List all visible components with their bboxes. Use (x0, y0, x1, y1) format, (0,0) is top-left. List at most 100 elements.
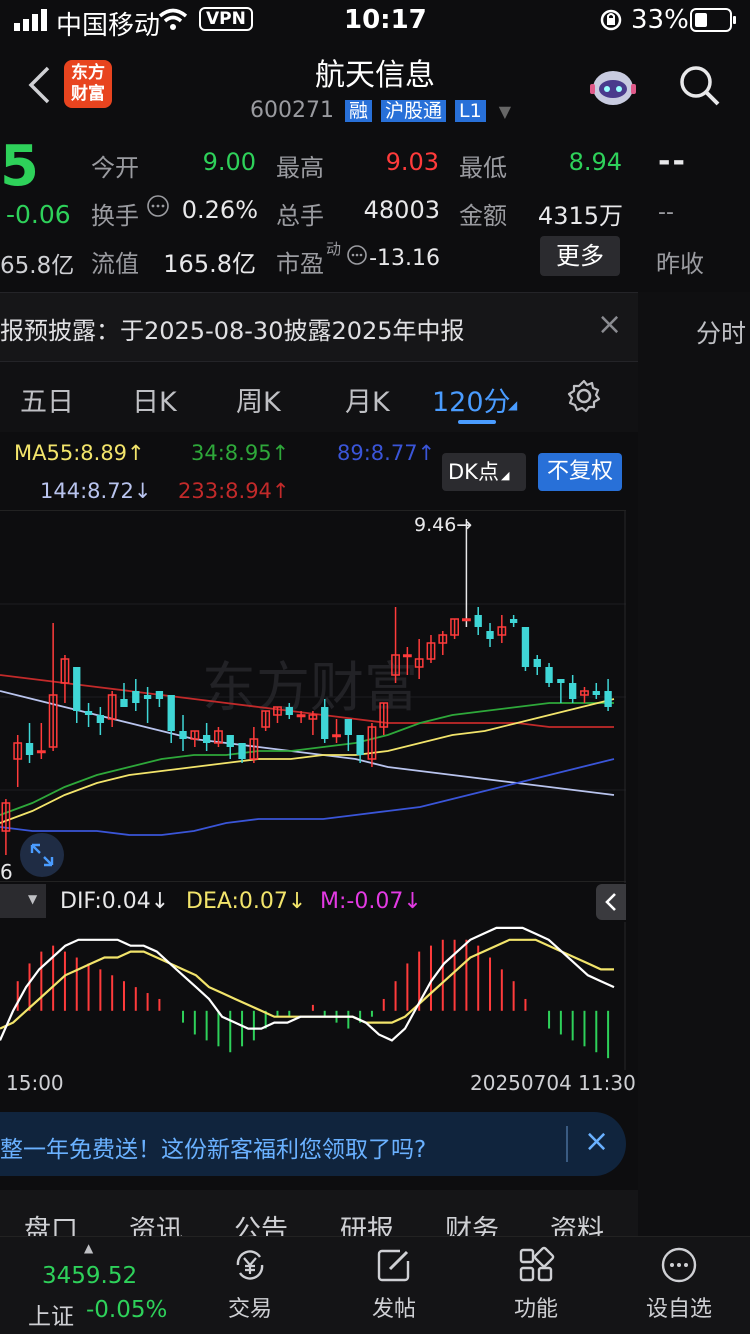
battery-icon (690, 8, 736, 32)
candle-body (344, 719, 352, 735)
stock-code: 600271 (250, 98, 334, 123)
value-open: 9.00 (202, 148, 256, 176)
detail-sub-tabs: 盘口 资讯 公告 研报 财务 资料 (0, 1190, 638, 1246)
ma34-legend: 34:8.95↑ (191, 441, 290, 465)
candle-body (84, 711, 93, 715)
price-change: -0.06 (6, 200, 71, 229)
index-value: 3459.52 (42, 1263, 138, 1289)
dea-line (0, 938, 614, 1030)
nav-functions[interactable]: 功能 (476, 1245, 596, 1323)
candle (179, 715, 187, 751)
macd-histogram (16, 939, 610, 1059)
candle (367, 723, 377, 767)
chevron-down-icon: ▼ (28, 892, 38, 906)
collapse-panel-button[interactable] (596, 884, 626, 920)
candle (214, 727, 223, 747)
candle-body (557, 679, 565, 683)
chevron-down-icon[interactable]: ▼ (499, 102, 511, 121)
candle (84, 703, 93, 727)
candle (167, 695, 175, 743)
banner-divider (566, 1126, 568, 1162)
vpn-badge: VPN (199, 7, 253, 31)
status-bar: 中国移动 VPN 10:17 33% (0, 0, 750, 41)
indicator-selector[interactable]: ▼ (0, 884, 46, 918)
label-amount: 金额 (459, 202, 507, 230)
label-high: 最高 (276, 154, 324, 182)
total-market-cap: 65.8亿 (0, 253, 75, 279)
candle (521, 627, 530, 671)
candle-body (533, 659, 541, 667)
label-pe: 市盈 (276, 250, 324, 278)
adjust-mode-button[interactable]: 不复权 (538, 453, 622, 491)
candle-body (332, 734, 341, 738)
promo-banner[interactable]: 整一年免费送！这份新客福利您领取了吗? × (0, 1112, 626, 1176)
close-icon[interactable]: × (584, 1124, 609, 1159)
more-dots-icon (661, 1247, 697, 1283)
report-notice-text: 报预披露：于2025-08-30披露2025年中报 (0, 317, 465, 345)
candle (107, 691, 117, 727)
nav-add-watchlist[interactable]: 设自选 (619, 1245, 739, 1323)
promo-banner-text: 整一年免费送！这份新客福利您领取了吗? (0, 1137, 427, 1163)
label-float-cap: 流值 (91, 250, 139, 278)
candle (474, 607, 482, 635)
candle (486, 623, 494, 647)
nav-trade-label: 交易 (227, 1297, 272, 1322)
index-ticker[interactable]: ▲ 3459.52 上证 -0.05% (0, 1237, 180, 1334)
tab-month-k[interactable]: 月K (345, 380, 390, 419)
dif-legend: DIF:0.04↓ (60, 889, 170, 914)
close-icon[interactable]: × (597, 307, 622, 342)
tab-day-k[interactable]: 日K (132, 380, 177, 419)
side-tab-intraday[interactable]: 分时 (696, 314, 746, 350)
candle (132, 679, 140, 711)
candle-body (604, 691, 612, 707)
last-price: 5 (0, 134, 39, 199)
candle-body (132, 691, 140, 703)
high-price-label: 9.46→ (414, 514, 472, 536)
m-legend: M:-0.07↓ (320, 889, 422, 914)
candle (426, 635, 436, 663)
more-button[interactable]: 更多 (540, 236, 620, 276)
expand-chart-button[interactable] (20, 833, 64, 877)
info-dots-icon[interactable] (146, 194, 170, 218)
candle (190, 730, 200, 747)
kline-chart[interactable]: 东方财富 9.46→ 6 (0, 510, 626, 884)
value-high: 9.03 (385, 148, 439, 176)
yen-exchange-icon (236, 1250, 264, 1280)
report-notice-bar[interactable]: 报预披露：于2025-08-30披露2025年中报 × (0, 292, 638, 362)
tab-120min[interactable]: 120分 (432, 380, 511, 419)
macd-chart[interactable] (0, 922, 626, 1070)
badge-level: L1 (455, 100, 486, 122)
candle-body (96, 715, 105, 723)
candle (96, 707, 105, 735)
candle (60, 655, 70, 703)
robot-assistant-icon[interactable] (586, 62, 640, 110)
time-axis-end: 20250704 11:30 (470, 1071, 636, 1095)
ma55-legend: MA55:8.89↑ (14, 441, 145, 465)
ma233-legend: 233:8.94↑ (178, 479, 290, 503)
period-tabs: 五日 日K 周K 月K 120分 ◢ (0, 362, 638, 432)
dea-legend: DEA:0.07↓ (186, 889, 307, 914)
grid-icon (519, 1246, 555, 1282)
candle-body (509, 619, 518, 623)
active-tab-indicator (458, 420, 496, 424)
candle-body (143, 695, 152, 699)
candle-body (120, 699, 128, 707)
tab-five-day[interactable]: 五日 (20, 380, 74, 419)
dropdown-corner-icon: ◢ (500, 469, 510, 482)
candle-body (238, 743, 246, 759)
value-float-cap: 165.8亿 (163, 250, 256, 278)
settings-gear-icon[interactable] (566, 378, 602, 414)
candle-body (73, 667, 81, 711)
nav-trade[interactable]: 交易 (190, 1245, 310, 1323)
dk-point-button[interactable]: DK点 ◢ (442, 453, 526, 491)
carrier-name: 中国移动 (56, 11, 161, 41)
dk-point-label: DK点 (448, 460, 499, 484)
info-dots-icon[interactable] (346, 244, 368, 266)
nav-post[interactable]: 发帖 (334, 1245, 454, 1323)
macd-svg (0, 922, 626, 1070)
ma34-line (0, 702, 614, 816)
candle-body (592, 691, 600, 695)
candle-body (461, 618, 471, 622)
tab-week-k[interactable]: 周K (236, 380, 281, 419)
search-icon[interactable] (678, 64, 722, 108)
